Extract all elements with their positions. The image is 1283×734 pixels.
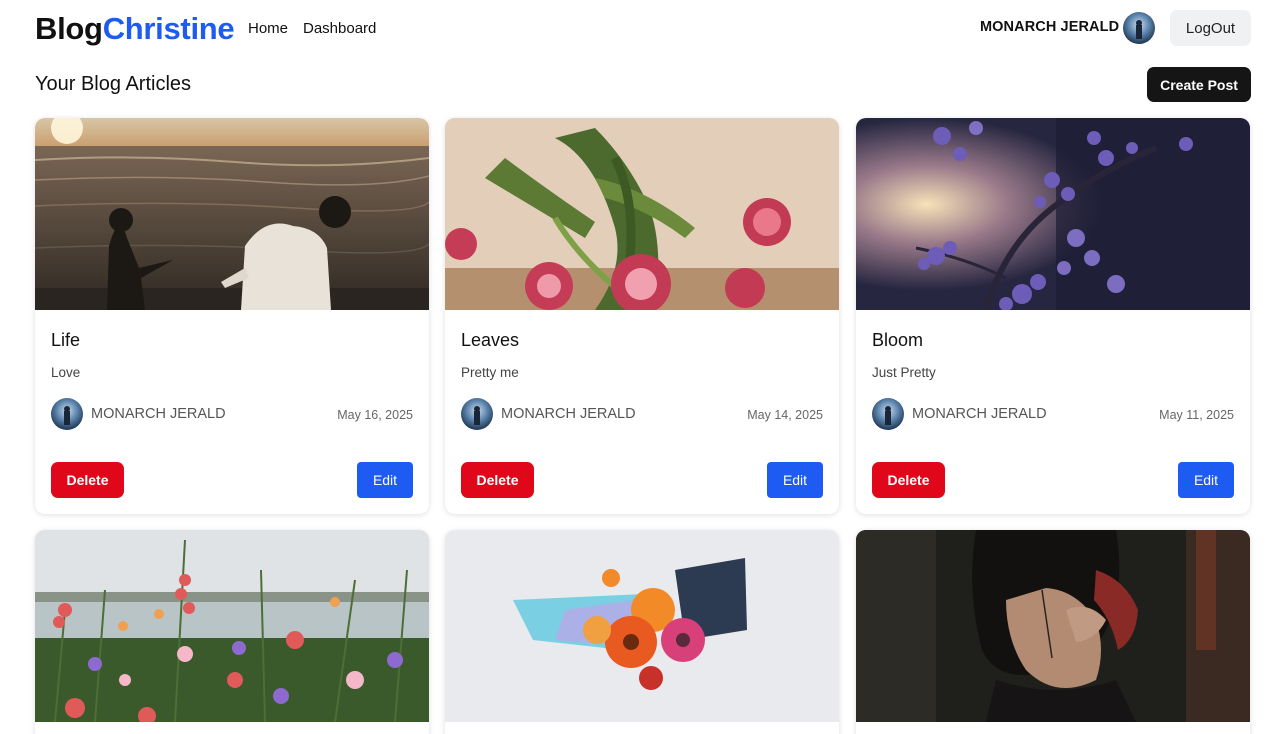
user-avatar[interactable]: [1123, 12, 1155, 44]
logout-button[interactable]: LogOut: [1170, 10, 1251, 46]
create-post-button[interactable]: Create Post: [1147, 67, 1251, 102]
author-avatar: [461, 398, 493, 430]
nav-link-home[interactable]: Home: [248, 20, 288, 37]
brand-part-name: Christine: [102, 11, 235, 46]
delete-button[interactable]: Delete: [51, 462, 124, 498]
nav-user-name: MONARCH JERALD: [980, 19, 1120, 35]
post-card: [445, 530, 839, 734]
post-image-wildflowers[interactable]: [35, 530, 429, 722]
post-image-portrait[interactable]: [856, 530, 1250, 722]
edit-button[interactable]: Edit: [357, 462, 413, 498]
post-title: Life: [51, 330, 81, 350]
post-card: [856, 530, 1250, 734]
navbar: BlogChristine Home Dashboard MONARCH JER…: [0, 0, 1283, 58]
author-avatar: [51, 398, 83, 430]
post-image-blossoms[interactable]: [856, 118, 1250, 310]
nav-link-dashboard[interactable]: Dashboard: [303, 20, 376, 37]
post-description: Love: [51, 365, 81, 380]
page-title: Your Blog Articles: [35, 73, 192, 95]
author-name: MONARCH JERALD: [91, 406, 226, 422]
edit-button[interactable]: Edit: [767, 462, 823, 498]
author-avatar: [872, 398, 904, 430]
brand-part-blog: Blog: [35, 11, 103, 46]
post-image-bouquet[interactable]: [445, 530, 839, 722]
post-date: May 16, 2025: [337, 408, 413, 422]
author-name: MONARCH JERALD: [501, 406, 636, 422]
post-card: Leaves Pretty me MONARCH JERALD May 14, …: [445, 118, 839, 514]
post-image-beach[interactable]: [35, 118, 429, 310]
post-description: Just Pretty: [872, 365, 936, 380]
post-description: Pretty me: [461, 365, 519, 380]
author-name: MONARCH JERALD: [912, 406, 1047, 422]
post-title: Bloom: [872, 330, 924, 350]
edit-button[interactable]: Edit: [1178, 462, 1234, 498]
post-date: May 11, 2025: [1159, 408, 1234, 422]
delete-button[interactable]: Delete: [872, 462, 945, 498]
post-image-flowers[interactable]: [445, 118, 839, 310]
post-date: May 14, 2025: [747, 408, 823, 422]
brand-logo[interactable]: BlogChristine: [35, 11, 235, 47]
post-card: Life Love MONARCH JERALD May 16, 2025 De…: [35, 118, 429, 514]
post-card: [35, 530, 429, 734]
delete-button[interactable]: Delete: [461, 462, 534, 498]
post-card: Bloom Just Pretty MONARCH JERALD May 11,…: [856, 118, 1250, 514]
post-title: Leaves: [461, 330, 520, 350]
